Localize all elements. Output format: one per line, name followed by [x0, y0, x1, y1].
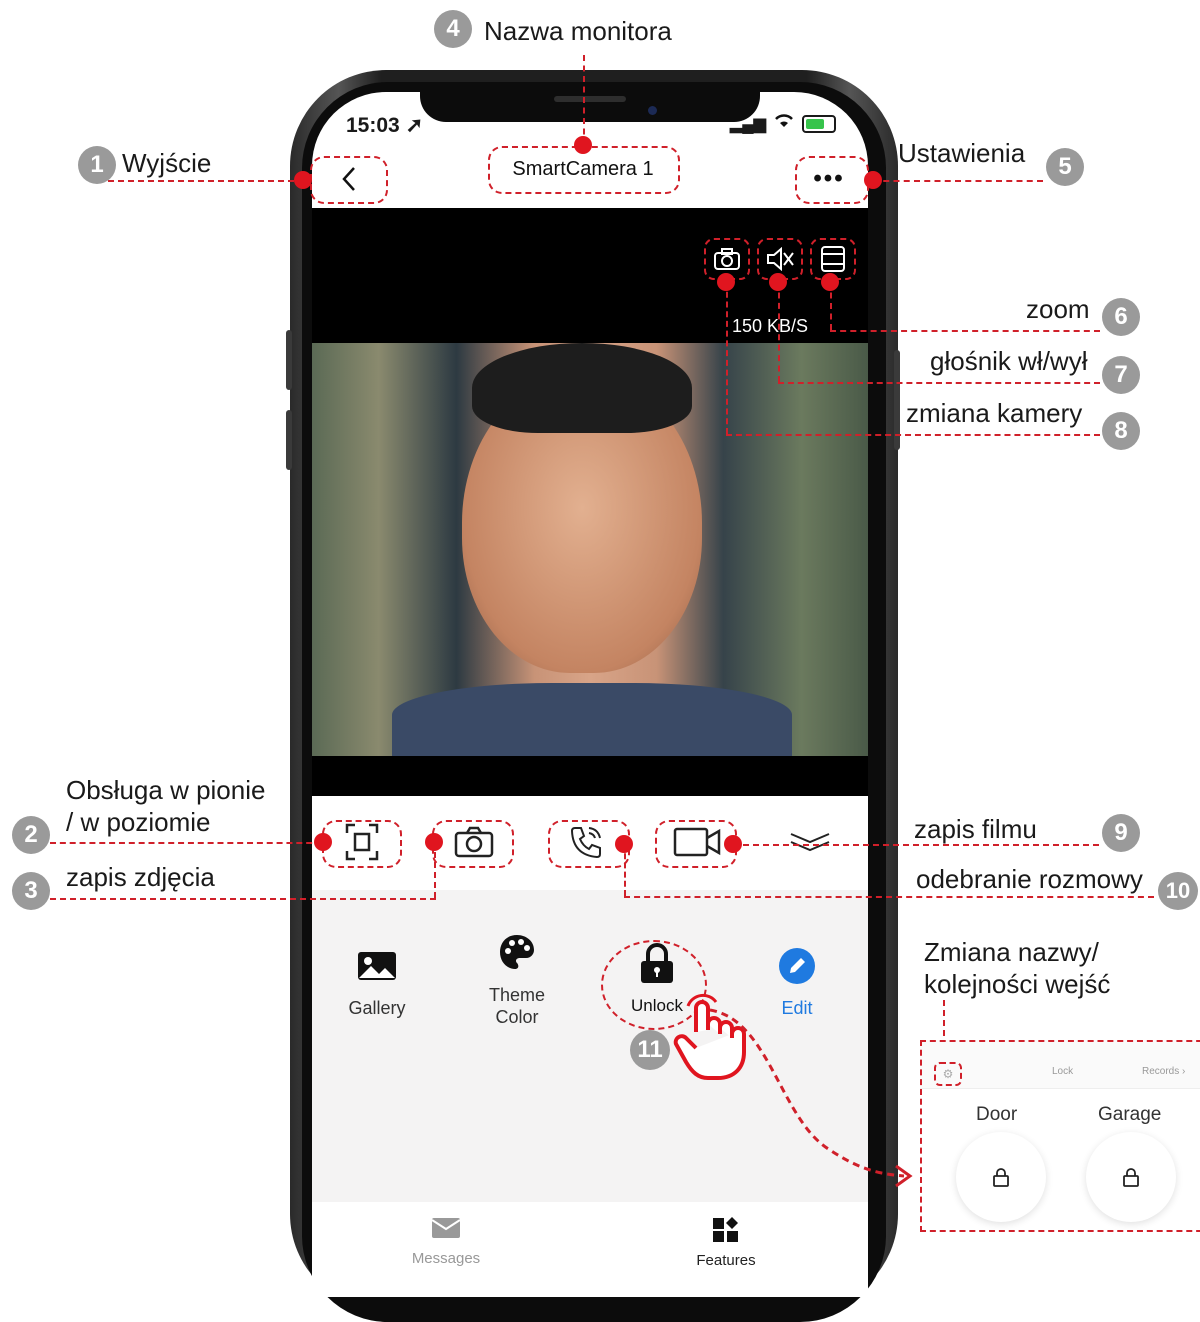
status-time: 15:03 ➚ [346, 114, 424, 137]
marker-1 [294, 171, 312, 189]
leader-10h [624, 896, 1154, 898]
tab-features-label: Features [696, 1252, 756, 1269]
gallery-label: Gallery [348, 998, 406, 1018]
marker-10 [615, 835, 633, 853]
pencil-icon [777, 946, 817, 986]
marker-7 [769, 273, 787, 291]
badge-6: 6 [1102, 298, 1140, 336]
volume-up-button [286, 330, 292, 390]
marker-6 [821, 273, 839, 291]
marker-4 [574, 136, 592, 154]
tab-features[interactable]: Features [666, 1216, 786, 1269]
leader-8v [726, 282, 728, 434]
wifi-icon [774, 113, 794, 134]
label-exit: Wyjście [122, 148, 212, 178]
mail-icon [431, 1218, 461, 1238]
marker-9 [724, 835, 742, 853]
signal-icon: ▂▄▆ [730, 115, 766, 133]
label-camera-switch: zmiana kamery [906, 398, 1083, 428]
status-icons: ▂▄▆ [730, 113, 836, 134]
gallery-button[interactable]: Gallery [317, 946, 437, 1019]
badge-1: 1 [78, 146, 116, 184]
badge-7: 7 [1102, 356, 1140, 394]
inset-frame [920, 1040, 1200, 1232]
badge-4: 4 [434, 10, 472, 48]
label-record: zapis filmu [914, 814, 1037, 844]
label-orientation: Obsługa w pionie / w poziomie [66, 775, 266, 837]
theme-color-button[interactable]: Theme Color [457, 932, 577, 1028]
badge-10: 10 [1158, 872, 1198, 910]
shirt [392, 683, 792, 756]
badge-9: 9 [1102, 814, 1140, 852]
badge-11: 11 [630, 1030, 670, 1070]
badge-5: 5 [1046, 148, 1084, 186]
front-camera [648, 106, 657, 115]
highlight-back [310, 156, 388, 204]
leader-2 [50, 842, 322, 844]
palette-icon [497, 932, 537, 972]
location-icon: ➚ [405, 114, 424, 137]
badge-2: 2 [12, 816, 50, 854]
tab-messages[interactable]: Messages [386, 1216, 506, 1267]
highlight-orientation [322, 820, 402, 868]
highlight-more [795, 156, 869, 204]
cap [472, 343, 692, 433]
badge-3: 3 [12, 872, 50, 910]
leader-4 [583, 55, 585, 145]
label-answer: odebranie rozmowy [916, 864, 1143, 894]
earpiece [554, 96, 626, 102]
volume-down-button [286, 410, 292, 470]
grid-icon [713, 1217, 738, 1242]
connector-arrow [709, 1008, 913, 1188]
battery-icon [801, 114, 836, 133]
marker-3 [425, 833, 443, 851]
video-feed [312, 343, 868, 756]
bitrate-readout: 150 KB/S [732, 316, 809, 336]
collapse-toolbar-button[interactable] [788, 822, 832, 862]
leader-3h [50, 898, 436, 900]
leader-6h [830, 330, 1100, 332]
label-settings: Ustawienia [898, 138, 1026, 168]
label-monitor-name: Nazwa monitora [484, 16, 672, 46]
leader-7h [778, 382, 1100, 384]
leader-5 [873, 180, 1043, 182]
theme-color-label: Theme Color [488, 985, 546, 1027]
notch [420, 88, 760, 122]
highlight-snapshot [432, 820, 514, 868]
marker-8 [717, 273, 735, 291]
marker-2 [314, 833, 332, 851]
leader-1 [108, 180, 304, 182]
label-snapshot: zapis zdjęcia [66, 862, 215, 892]
leader-7v [778, 282, 780, 382]
marker-5 [864, 171, 882, 189]
double-chevron-down-icon [790, 833, 830, 852]
badge-8: 8 [1102, 412, 1140, 450]
leader-8h [726, 434, 1100, 436]
label-zoom: zoom [1026, 294, 1090, 324]
image-icon [357, 946, 397, 986]
label-speaker: głośnik wł/wył [930, 346, 1088, 376]
tab-messages-label: Messages [411, 1250, 481, 1267]
label-rename: Zmiana nazwy/ kolejności wejść [924, 937, 1111, 999]
